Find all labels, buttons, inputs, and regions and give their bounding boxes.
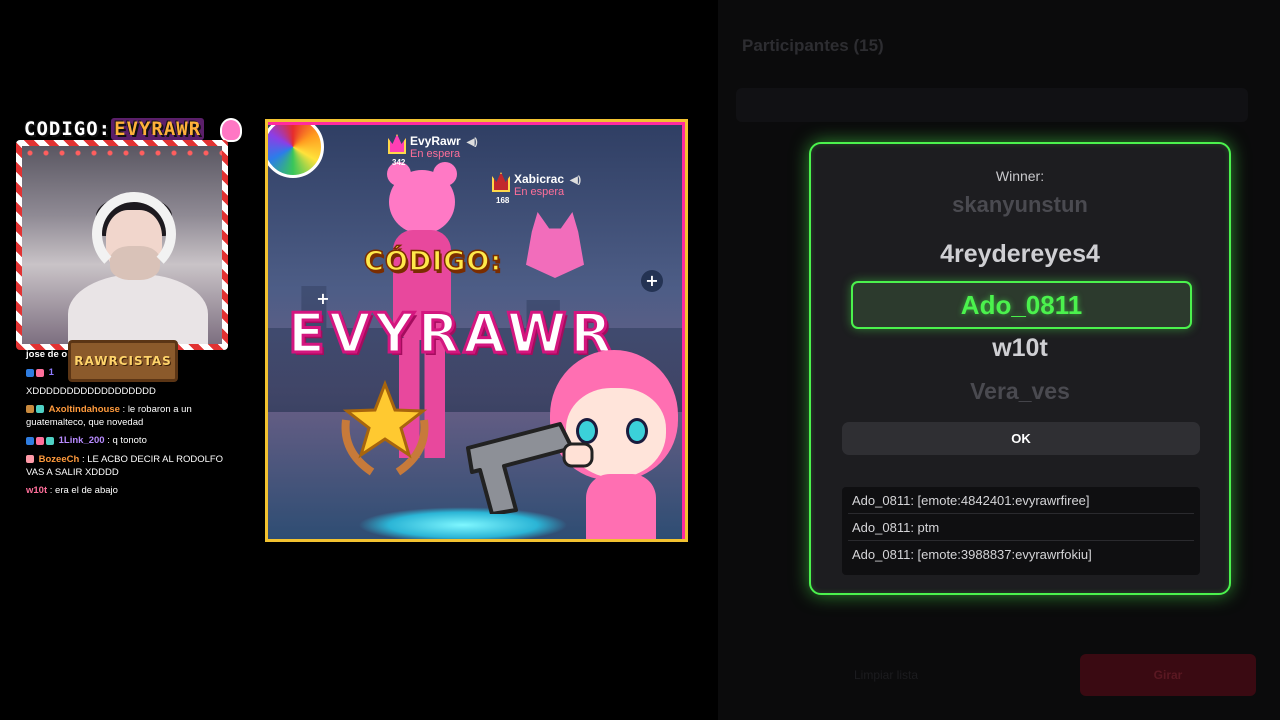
wheel-name: 4reydereyes4 [940,240,1100,268]
badge-icon [36,368,44,377]
chat-line: BozeeCh : LE ACBO DECIR AL RODOLFO VAS A… [26,453,236,480]
chat-message: : q tonoto [107,435,147,447]
stream-screen: CODIGO: EVYRAWR jose de o 1 XDDDDDDDDDDDD… [0,0,1280,720]
wheel-name: skanyunstun [952,196,1088,217]
webcam-video [22,146,222,344]
streamer-body [68,274,208,344]
chat-user: w10t [26,485,48,497]
chat-line: Axoltindahouse : le robaron a un guatema… [26,403,236,430]
bear-head [389,170,455,234]
participants-input[interactable] [736,88,1248,122]
pistol-icon [466,422,594,514]
winner-label: Winner: [995,168,1045,184]
game-thumbnail: EvyRawr ◀) En espera 342 Xabicrac ◀) En es… [265,119,688,542]
chat-user: jose de o [26,349,68,360]
headphones-icon [92,192,176,276]
ok-button[interactable]: OK [842,422,1200,455]
winner-messages: Ado_0811: [emote:4842401:evyrawrfiree] A… [842,487,1200,575]
clear-list-button[interactable]: Limpiar lista [854,668,918,682]
fox-head [526,212,584,278]
webcam-frame [16,140,228,350]
badge-icon [26,436,34,445]
participants-title: Participantes (15) [742,36,884,55]
player-level: 168 [496,196,510,205]
badge-icon [36,405,44,414]
message-row: Ado_0811: ptm [848,514,1194,541]
player-name: Xabicrac [514,172,565,186]
chat-line: XDDDDDDDDDDDDDDDDDD [26,385,236,398]
player-status: En espera [410,148,461,160]
chat-message: : era el de abajo [49,485,118,497]
player-status: En espera [514,186,565,198]
wheel-name: w10t [992,334,1048,362]
player-level: 342 [392,158,406,167]
chat-user: 1 [48,367,54,379]
winner-name: Ado_0811 [960,289,1083,320]
player-name: EvyRawr [410,134,461,148]
player-tag: EvyRawr ◀) En espera 342 [388,134,478,167]
winner-modal: Winner: skanyunstun 4reydereyes4 w10t Ve… [809,142,1231,595]
code-prefix: CODIGO: [24,118,112,140]
player-tag: Xabicrac ◀) En espera 168 [492,172,582,205]
codigo-label: CÓDIGO: [363,245,503,278]
mascot-icon [220,118,242,142]
anime-body [586,474,656,539]
chat-line: 1Link_200 : q tonoto [26,434,236,447]
string-lights [22,146,222,160]
chat-user: 1Link_200 [58,435,105,447]
speaker-icon: ◀) [570,175,582,186]
badge-icon [26,405,34,414]
chat-message: XDDDDDDDDDDDDDDDDDD [26,385,156,397]
crown-icon [388,134,406,154]
spin-button[interactable]: Girar [1080,654,1256,696]
winner-highlight: Ado_0811 [851,281,1192,329]
chat-line: w10t : era el de abajo [26,484,236,497]
badge-icon [36,436,44,445]
rainbow-icon [268,122,324,178]
message-row: Ado_0811: [emote:4842401:evyrawrfiree] [848,487,1194,514]
code-value: EVYRAWR [111,118,205,140]
badge-icon [46,436,54,445]
clan-icon [492,172,510,192]
star-badge-icon [341,380,429,476]
message-row: Ado_0811: [emote:3988837:evyrawrfokiu] [852,547,1092,562]
badge-icon [26,455,34,464]
chat-user: BozeeCh [38,453,80,465]
speaker-icon: ◀) [466,137,478,148]
wheel-name: Vera_ves [970,378,1070,404]
plus-icon: + [641,270,663,292]
community-badge: RAWRCISTAS [68,340,178,382]
badge-icon [26,368,34,377]
anime-eye [626,418,648,444]
chat-user: Axoltindahouse [48,403,120,415]
